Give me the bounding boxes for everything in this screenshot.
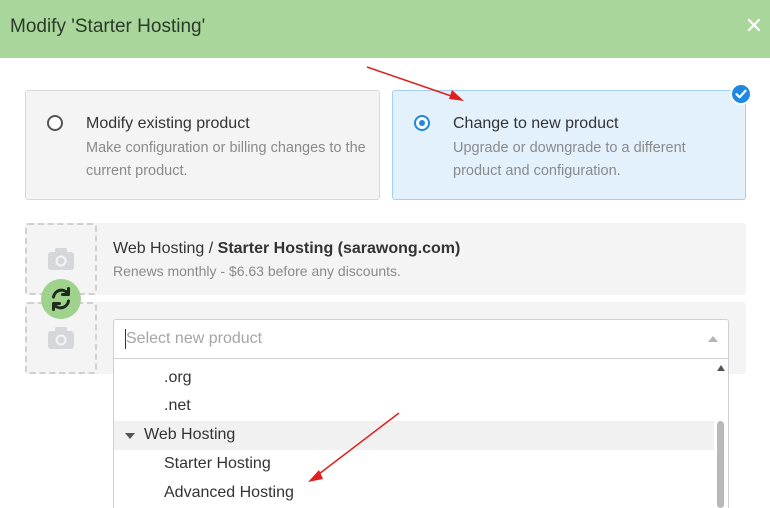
radio-change-product[interactable] xyxy=(414,115,430,131)
option-title: Change to new product xyxy=(453,115,619,132)
caret-up-icon xyxy=(708,336,718,342)
option-modify-existing[interactable]: Modify existing product Make configurati… xyxy=(25,90,380,200)
new-product-select[interactable]: Select new product xyxy=(113,319,729,359)
caret-down-icon xyxy=(125,433,135,439)
dropdown-option[interactable]: .org xyxy=(114,364,716,393)
dialog-header: Modify 'Starter Hosting' ✕ xyxy=(0,0,770,58)
product-category: Web Hosting / xyxy=(113,240,214,257)
radio-modify-existing[interactable] xyxy=(47,115,63,131)
close-icon[interactable]: ✕ xyxy=(742,14,766,38)
check-icon xyxy=(730,83,752,105)
option-description: Upgrade or downgrade to a different prod… xyxy=(453,140,686,179)
dropdown-option[interactable]: Advanced Hosting xyxy=(114,479,716,508)
option-title: Modify existing product xyxy=(86,115,250,132)
camera-icon xyxy=(48,248,74,270)
current-product-name: Web Hosting / Starter Hosting (sarawong.… xyxy=(113,240,460,258)
scroll-up-icon xyxy=(717,365,725,371)
option-description: Make configuration or billing changes to… xyxy=(86,140,366,179)
dialog-title: Modify 'Starter Hosting' xyxy=(10,16,206,37)
dropdown-option[interactable]: Starter Hosting xyxy=(114,450,716,479)
dropdown-group-web-hosting[interactable]: Web Hosting xyxy=(114,421,716,450)
scrollbar-thumb[interactable] xyxy=(717,421,724,508)
option-change-product[interactable]: Change to new product Upgrade or downgra… xyxy=(392,90,746,200)
camera-icon xyxy=(48,327,74,349)
product-dropdown-list[interactable]: .org .net Web Hosting Starter Hosting Ad… xyxy=(113,359,729,508)
product-title: Starter Hosting (sarawong.com) xyxy=(217,240,461,257)
swap-icon xyxy=(41,279,81,319)
select-placeholder: Select new product xyxy=(126,330,263,347)
dropdown-scrollbar[interactable] xyxy=(714,359,728,508)
dropdown-option[interactable]: .net xyxy=(114,392,716,421)
current-product-row xyxy=(25,223,746,295)
product-renewal-info: Renews monthly - $6.63 before any discou… xyxy=(113,263,401,279)
